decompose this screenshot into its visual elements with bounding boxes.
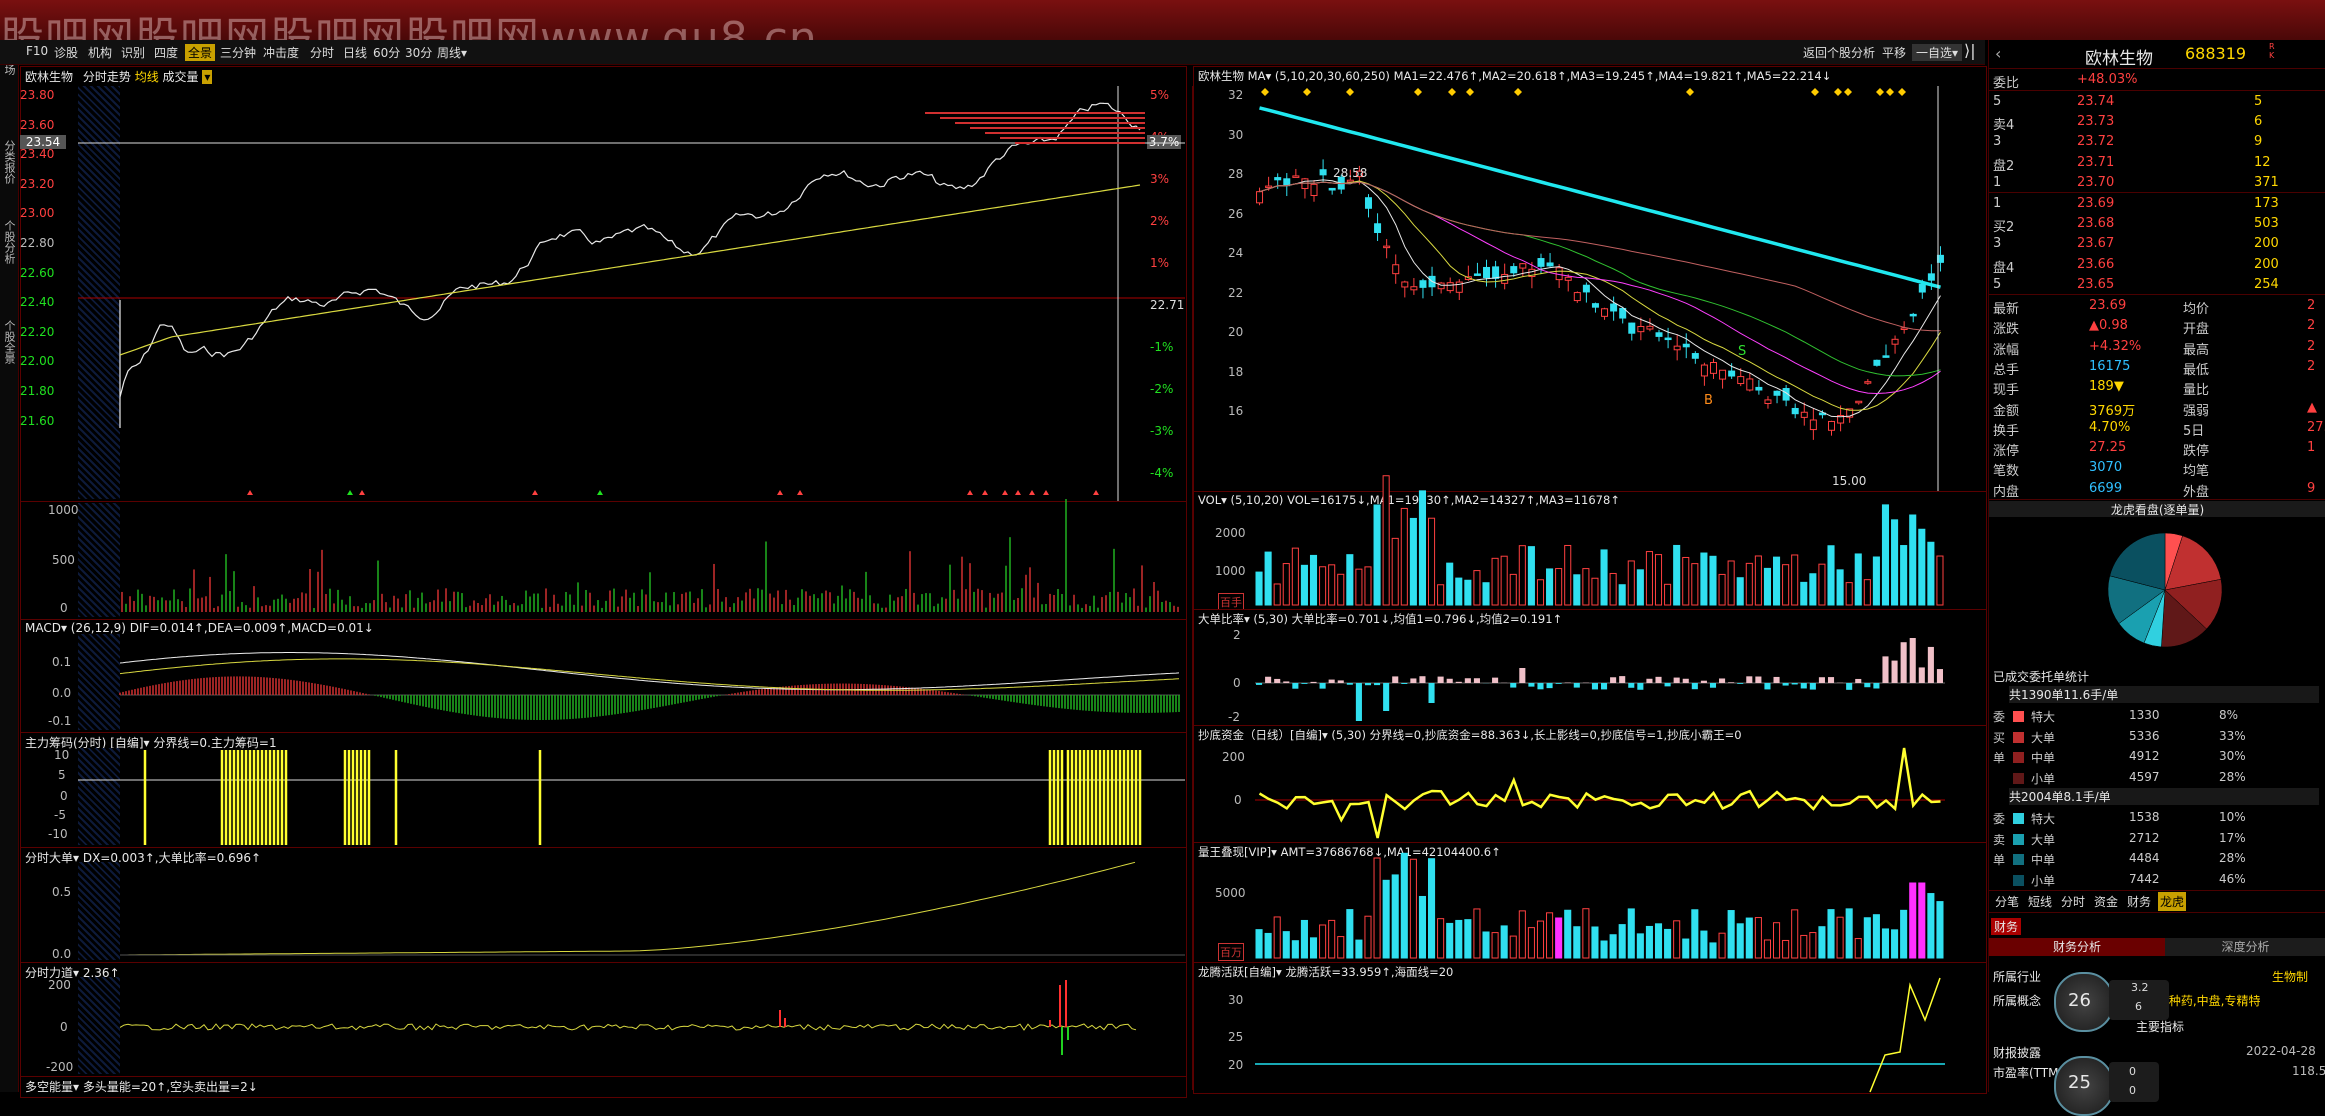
order-pct: 46% bbox=[2219, 872, 2246, 886]
dragon-active-line bbox=[1870, 978, 1940, 1092]
bottom-tab-0[interactable]: 分笔 bbox=[1993, 892, 2021, 911]
speed2: 6 bbox=[2135, 1000, 2142, 1013]
industry-label: 所属行业 bbox=[1993, 968, 2041, 985]
bottom-tab-4[interactable]: 财务 bbox=[2125, 892, 2153, 911]
order-side: 单 bbox=[1993, 851, 2005, 868]
order-swatch bbox=[2013, 732, 2024, 743]
order-side: 买 bbox=[1993, 729, 2005, 746]
bottom-tab-5[interactable]: 龙虎 bbox=[2158, 892, 2186, 911]
order-name: 特大 bbox=[2031, 708, 2055, 725]
bottom-tab-2[interactable]: 分时 bbox=[2059, 892, 2087, 911]
order-pct: 10% bbox=[2219, 810, 2246, 824]
concept-label: 所属概念 bbox=[1993, 992, 2041, 1009]
order-pct: 28% bbox=[2219, 851, 2246, 865]
speed3: 0 bbox=[2129, 1065, 2136, 1078]
speed-box-1: 3.2 6 bbox=[2109, 980, 2169, 1020]
order-name: 特大 bbox=[2031, 810, 2055, 827]
order-pct: 17% bbox=[2219, 831, 2246, 845]
order-count: 4597 bbox=[2129, 770, 2160, 784]
order-row: 单 中单 4484 28% bbox=[1989, 849, 2325, 869]
order-name: 小单 bbox=[2031, 770, 2055, 787]
order-count: 2712 bbox=[2129, 831, 2160, 845]
order-swatch bbox=[2013, 773, 2024, 784]
cpu-gauge[interactable]: 26 bbox=[2054, 972, 2114, 1032]
order-count: 1330 bbox=[2129, 708, 2160, 722]
order-row: 小单 7442 46% bbox=[1989, 870, 2325, 890]
speed4: 0 bbox=[2129, 1084, 2136, 1097]
industry-value[interactable]: 生物制 bbox=[2272, 968, 2308, 985]
order-pct: 30% bbox=[2219, 749, 2246, 763]
order-swatch bbox=[2013, 752, 2024, 763]
group2-title: 共2004单8.1手/单 bbox=[2009, 788, 2319, 805]
order-count: 1538 bbox=[2129, 810, 2160, 824]
order-row: 单 中单 4912 30% bbox=[1989, 747, 2325, 767]
mem-gauge[interactable]: 25 bbox=[2054, 1056, 2114, 1116]
pe-label: 市盈率(TTM) bbox=[1993, 1064, 2063, 1081]
gauge2-value: 25 bbox=[2068, 1072, 2091, 1093]
order-swatch bbox=[2013, 711, 2024, 722]
group1-title: 共1390单11.6手/单 bbox=[2009, 686, 2319, 703]
order-name: 大单 bbox=[2031, 831, 2055, 848]
order-swatch bbox=[2013, 854, 2024, 865]
order-count: 5336 bbox=[2129, 729, 2160, 743]
order-swatch bbox=[2013, 813, 2024, 824]
order-name: 小单 bbox=[2031, 872, 2055, 889]
order-side: 卖 bbox=[1993, 831, 2005, 848]
speed1: 3.2 bbox=[2131, 981, 2149, 994]
order-name: 大单 bbox=[2031, 729, 2055, 746]
order-stat-title: 已成交委托单统计 bbox=[1993, 668, 2089, 685]
report-value: 2022-04-28 bbox=[2246, 1044, 2316, 1058]
order-swatch bbox=[2013, 834, 2024, 845]
order-pct: 28% bbox=[2219, 770, 2246, 784]
order-row: 买 大单 5336 33% bbox=[1989, 727, 2325, 747]
bottom-tab-1[interactable]: 短线 bbox=[2026, 892, 2054, 911]
order-count: 7442 bbox=[2129, 872, 2160, 886]
order-row: 委 特大 1330 8% bbox=[1989, 706, 2325, 726]
order-row: 委 特大 1538 10% bbox=[1989, 808, 2325, 828]
report-label: 财报披露 bbox=[1993, 1044, 2041, 1061]
order-pct: 33% bbox=[2219, 729, 2246, 743]
speed-box-2: 0 0 bbox=[2109, 1062, 2159, 1102]
quote-panel: ‹ 欧林生物 688319 R K 委比 +48.03% 523.745卖423… bbox=[1988, 40, 2325, 1092]
order-count: 4912 bbox=[2129, 749, 2160, 763]
deep-analysis-tab[interactable]: 深度分析 bbox=[2165, 938, 2325, 956]
order-pct: 8% bbox=[2219, 708, 2238, 722]
order-side: 委 bbox=[1993, 708, 2005, 725]
gauge1-value: 26 bbox=[2068, 990, 2091, 1011]
order-pie-chart bbox=[1989, 40, 2325, 660]
order-name: 中单 bbox=[2031, 851, 2055, 868]
order-side: 单 bbox=[1993, 749, 2005, 766]
order-row: 小单 4597 28% bbox=[1989, 768, 2325, 788]
fin-analysis-tab[interactable]: 财务分析 bbox=[1989, 938, 2165, 956]
order-side: 委 bbox=[1993, 810, 2005, 827]
dragon-active-chart bbox=[0, 0, 1990, 1092]
order-name: 中单 bbox=[2031, 749, 2055, 766]
order-count: 4484 bbox=[2129, 851, 2160, 865]
order-row: 卖 大单 2712 17% bbox=[1989, 829, 2325, 849]
fin-tab[interactable]: 财务 bbox=[1991, 918, 2021, 935]
order-swatch bbox=[2013, 875, 2024, 886]
pe-value: 118.5 bbox=[2292, 1064, 2325, 1078]
bottom-tab-3[interactable]: 资金 bbox=[2092, 892, 2120, 911]
main-indicator-label: 主要指标 bbox=[2136, 1018, 2184, 1035]
